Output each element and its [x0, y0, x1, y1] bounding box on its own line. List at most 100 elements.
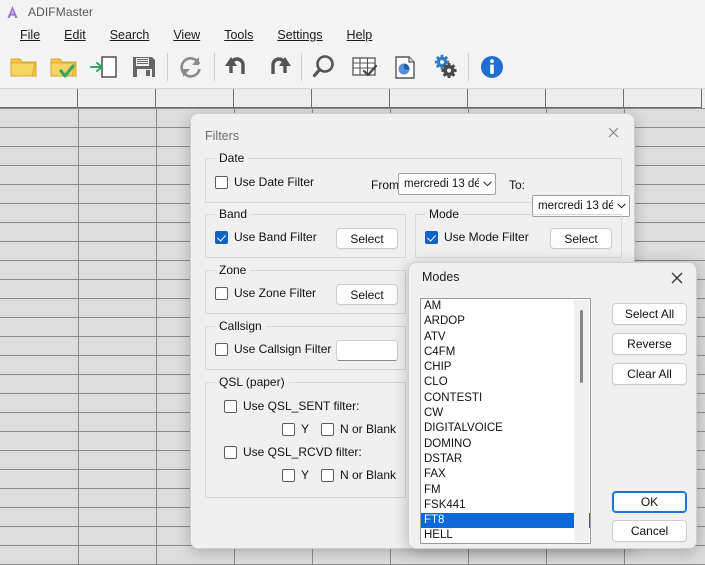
qsl-rcvd-n-box[interactable] [321, 468, 334, 482]
open-file-icon[interactable] [4, 47, 44, 87]
use-qsl-sent-filter-checkbox[interactable]: Use QSL_SENT filter: [224, 399, 359, 413]
open-checked-file-icon[interactable] [44, 47, 84, 87]
date-group-legend: Date [215, 151, 249, 165]
date-to-value: mercredi 13 déc [538, 200, 613, 212]
table-check-icon[interactable] [345, 47, 385, 87]
qsl-sent-n-label: N or Blank [340, 422, 397, 436]
modes-list-item[interactable]: AM [421, 299, 590, 314]
use-band-filter-checkbox[interactable]: Use Band Filter [215, 230, 317, 244]
use-mode-filter-box[interactable] [425, 230, 438, 244]
grid-header-cell[interactable] [78, 89, 156, 108]
report-chart-icon[interactable] [385, 47, 425, 87]
use-zone-filter-box[interactable] [215, 286, 228, 300]
close-icon[interactable] [598, 120, 628, 144]
modes-list-item[interactable]: HELL [421, 528, 590, 543]
qsl-sent-y-checkbox[interactable]: Y [282, 422, 309, 436]
grid-header-cell[interactable] [312, 89, 390, 108]
grid-header-cell[interactable] [390, 89, 468, 108]
modes-list-item[interactable]: DOMINO [421, 437, 590, 452]
zone-group-legend: Zone [215, 263, 251, 277]
modes-list-item[interactable]: CW [421, 406, 590, 421]
use-zone-filter-checkbox[interactable]: Use Zone Filter [215, 286, 316, 300]
menu-settings[interactable]: Settings [265, 26, 334, 44]
band-select-button[interactable]: Select [336, 228, 398, 249]
info-icon[interactable] [472, 47, 512, 87]
menu-tools-label: Tools [224, 28, 254, 42]
menu-search[interactable]: Search [98, 26, 162, 44]
redo-icon[interactable] [258, 47, 298, 87]
grid-header-cell[interactable] [156, 89, 234, 108]
qsl-sent-n-checkbox[interactable]: N or Blank [321, 422, 396, 436]
use-qsl-rcvd-filter-checkbox[interactable]: Use QSL_RCVD filter: [224, 445, 362, 459]
settings-gears-icon[interactable] [425, 47, 465, 87]
qsl-rcvd-y-label: Y [301, 468, 310, 482]
save-icon[interactable] [124, 47, 164, 87]
menu-settings-label: Settings [277, 28, 323, 42]
refresh-icon[interactable] [171, 47, 211, 87]
date-from-combo[interactable]: mercredi 13 déc [398, 173, 496, 195]
export-file-icon[interactable] [84, 47, 124, 87]
qsl-sent-y-box[interactable] [282, 422, 295, 436]
use-callsign-filter-label: Use Callsign Filter [234, 342, 332, 356]
toolbar-separator [468, 53, 469, 81]
use-mode-filter-checkbox[interactable]: Use Mode Filter [425, 230, 529, 244]
close-icon[interactable] [663, 267, 691, 289]
modes-listbox[interactable]: AM ARDOP ATV C4FM CHIP CLO CONTESTI CW DIGITALVO… [420, 298, 591, 544]
modes-list-item[interactable]: FT8 [421, 513, 590, 529]
modes-scrollbar-thumb[interactable] [580, 310, 583, 383]
zone-select-button[interactable]: Select [336, 284, 398, 305]
use-callsign-filter-checkbox[interactable]: Use Callsign Filter [215, 342, 331, 356]
ok-label: OK [640, 495, 659, 509]
menu-help[interactable]: Help [335, 26, 385, 44]
modes-list-item[interactable]: FSK441 [421, 498, 590, 513]
mode-select-button[interactable]: Select [550, 228, 612, 249]
modes-list-item[interactable]: C4FM [421, 345, 590, 360]
clear-all-button[interactable]: Clear All [612, 363, 687, 385]
menu-file[interactable]: File [8, 26, 52, 44]
use-callsign-filter-box[interactable] [215, 342, 228, 356]
ok-button[interactable]: OK [612, 491, 687, 513]
grid-header-cell[interactable] [0, 89, 78, 108]
use-qsl-sent-box[interactable] [224, 399, 237, 413]
modes-list-item[interactable]: CHIP [421, 360, 590, 375]
menu-bar: File Edit Search View Tools Settings Hel… [0, 24, 705, 46]
qsl-rcvd-y-box[interactable] [282, 468, 295, 482]
reverse-button[interactable]: Reverse [612, 333, 687, 355]
grid-header-cell[interactable] [468, 89, 546, 108]
grid-header-cell[interactable] [234, 89, 312, 108]
grid-header-cell[interactable] [624, 89, 702, 108]
qsl-sent-n-box[interactable] [321, 422, 334, 436]
search-icon[interactable] [305, 47, 345, 87]
menu-search-label: Search [109, 28, 150, 42]
use-band-filter-box[interactable] [215, 230, 228, 244]
callsign-input[interactable] [336, 340, 398, 361]
modes-scrollbar[interactable] [574, 300, 589, 542]
use-qsl-sent-label: Use QSL_SENT filter: [243, 399, 360, 413]
triangle-logo-icon [4, 4, 21, 21]
menu-edit[interactable]: Edit [52, 26, 98, 44]
filters-dialog-title: Filters [205, 129, 240, 143]
modes-list-item[interactable]: DIGITALVOICE [421, 421, 590, 436]
modes-list-item[interactable]: FM [421, 483, 590, 498]
modes-list-item[interactable]: ATV [421, 330, 590, 345]
date-to-label: To: [509, 178, 526, 192]
qsl-rcvd-y-checkbox[interactable]: Y [282, 468, 309, 482]
use-date-filter-checkbox[interactable]: Use Date Filter [215, 175, 314, 189]
modes-list-item[interactable]: CLO [421, 375, 590, 390]
qsl-rcvd-n-checkbox[interactable]: N or Blank [321, 468, 396, 482]
modes-list-item[interactable]: DSTAR [421, 452, 590, 467]
select-all-button[interactable]: Select All [612, 303, 687, 325]
mode-select-label: Select [564, 231, 598, 246]
menu-view[interactable]: View [161, 26, 212, 44]
use-date-filter-box[interactable] [215, 175, 228, 189]
grid-header-cell[interactable] [546, 89, 624, 108]
menu-tools[interactable]: Tools [212, 26, 265, 44]
use-zone-filter-label: Use Zone Filter [234, 286, 317, 300]
modes-list-item[interactable]: ARDOP [421, 314, 590, 329]
undo-icon[interactable] [218, 47, 258, 87]
use-qsl-rcvd-box[interactable] [224, 445, 237, 459]
modes-list-item[interactable]: CONTESTI [421, 391, 590, 406]
cancel-button[interactable]: Cancel [612, 520, 687, 542]
modes-list-item[interactable]: FAX [421, 467, 590, 482]
app-window: ADIFMaster File Edit Search View Tools S… [0, 0, 705, 565]
